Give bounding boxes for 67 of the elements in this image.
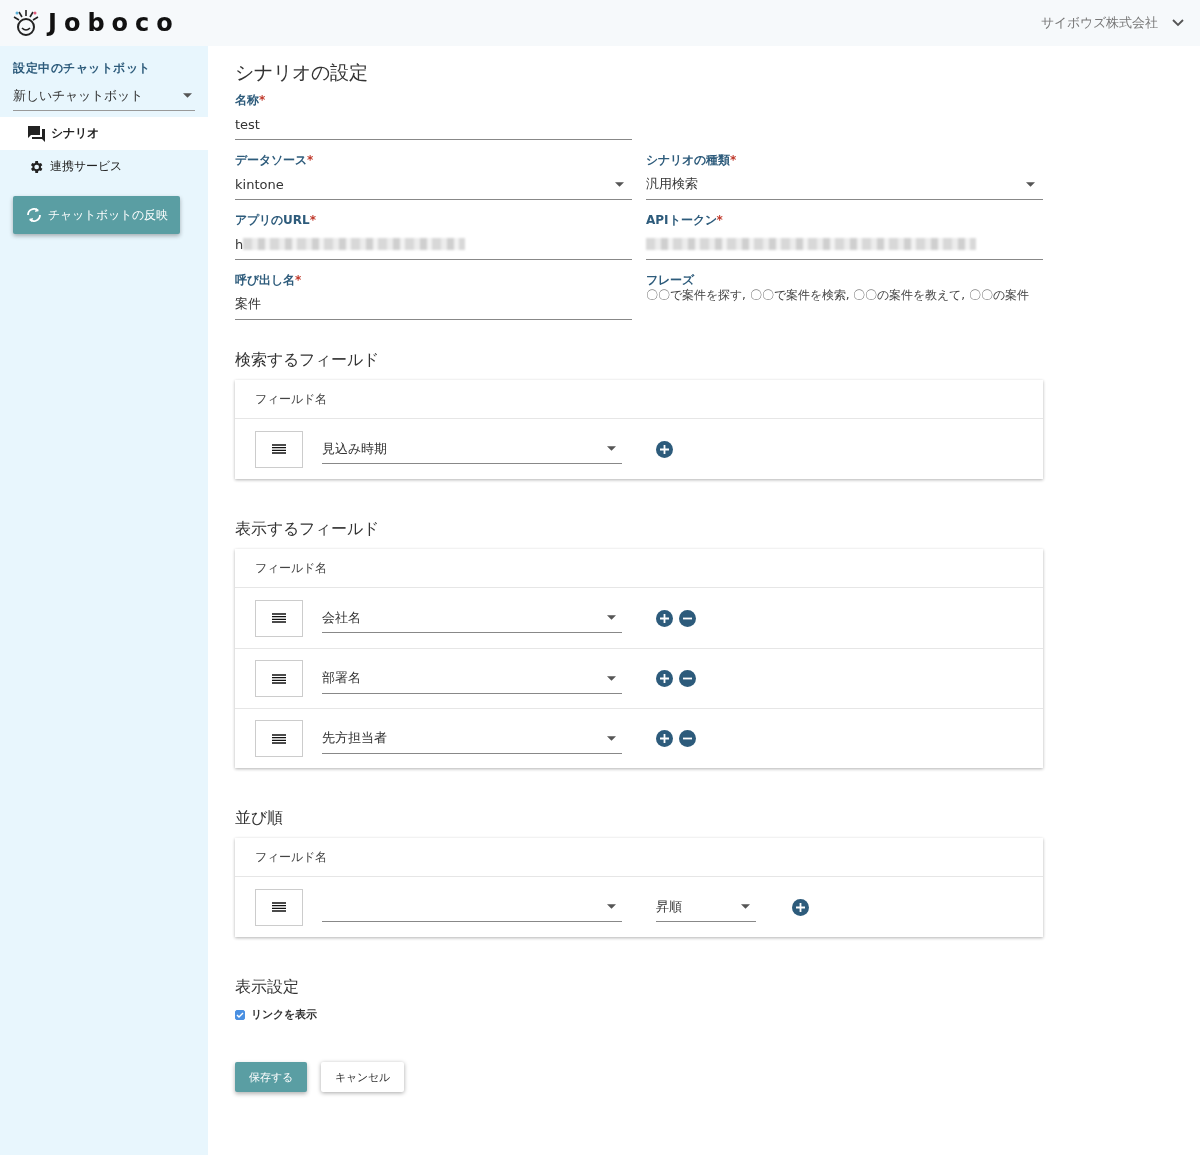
field-label: 名称* [235,92,267,109]
field-select[interactable]: 会社名 [322,603,622,633]
column-header: フィールド名 [255,559,327,577]
sync-icon [25,208,42,222]
chat-icon [28,125,45,142]
phrase-text: 〇〇で案件を探す, 〇〇で案件を検索, 〇〇の案件を教えて, 〇〇の案件 [646,287,1030,304]
add-button[interactable] [656,609,673,627]
add-button[interactable] [792,898,809,916]
section-title: 表示設定 [235,977,300,998]
drag-handle-button[interactable] [255,720,303,757]
remove-button[interactable] [679,609,696,627]
text-field[interactable]: h [235,229,632,260]
account-menu[interactable]: サイボウズ株式会社 [1041,14,1184,32]
add-button[interactable] [656,670,673,687]
order-select[interactable]: 昇順 [656,892,756,922]
field-label: フレーズ [646,272,696,289]
chevron-down-icon [1172,19,1184,27]
drag-handle-button[interactable] [255,660,303,697]
dropdown-caret-icon [607,615,616,620]
field-label: シナリオの種類* [646,152,738,169]
link-checkbox[interactable]: リンクを表示 [235,1007,1200,1022]
drag-handle-icon [272,444,286,454]
dropdown-caret-icon [607,735,616,741]
field-select[interactable]: 先方担当者 [322,723,622,754]
remove-button[interactable] [679,670,696,687]
chatbot-label: 設定中のチャットボット [12,60,152,77]
dropdown-caret-icon [607,675,616,681]
logo-text: Joboco [48,9,180,37]
select-field[interactable]: kintone [235,169,632,200]
section-title: 並び順 [235,808,284,829]
dropdown-caret-icon [183,93,192,98]
drag-handle-icon [272,902,286,912]
dropdown-caret-icon [607,904,616,909]
dropdown-caret-icon [1026,181,1035,187]
field-select[interactable]: 見込み時期 [322,434,622,464]
add-button[interactable] [656,440,673,458]
cancel-button[interactable]: キャンセル [321,1062,404,1092]
field-label: アプリのURL* [235,212,317,229]
page-title: シナリオの設定 [235,60,369,85]
drag-handle-button[interactable] [255,430,303,468]
column-header: フィールド名 [255,390,327,408]
sidebar-item[interactable]: 連携サービス [0,150,208,183]
logo-icon [12,10,40,36]
chatbot-select[interactable]: 新しいチャットボット [13,81,195,111]
column-header: フィールド名 [255,848,327,866]
sidebar-item[interactable]: シナリオ [0,117,208,150]
dropdown-caret-icon [741,904,750,909]
drag-handle-icon [272,613,286,623]
dropdown-caret-icon [615,181,624,187]
field-select[interactable]: 部署名 [322,663,622,694]
drag-handle-icon [272,733,286,744]
drag-handle-button[interactable] [255,888,303,926]
drag-handle-icon [272,673,286,684]
text-field[interactable]: test [235,109,632,140]
drag-handle-button[interactable] [255,599,303,637]
dropdown-caret-icon [607,446,616,451]
section-title: 検索するフィールド [235,350,380,371]
add-button[interactable] [656,730,673,747]
select-field[interactable]: 汎用検索 [646,169,1043,200]
gear-icon [28,158,44,175]
field-label: 呼び出し名* [235,272,303,289]
section-title: 表示するフィールド [235,519,380,540]
remove-button[interactable] [679,730,696,747]
field-label: データソース* [235,152,315,169]
text-field[interactable]: 案件 [235,289,632,320]
field-label: APIトークン* [646,212,724,229]
checkbox[interactable] [235,1009,245,1020]
